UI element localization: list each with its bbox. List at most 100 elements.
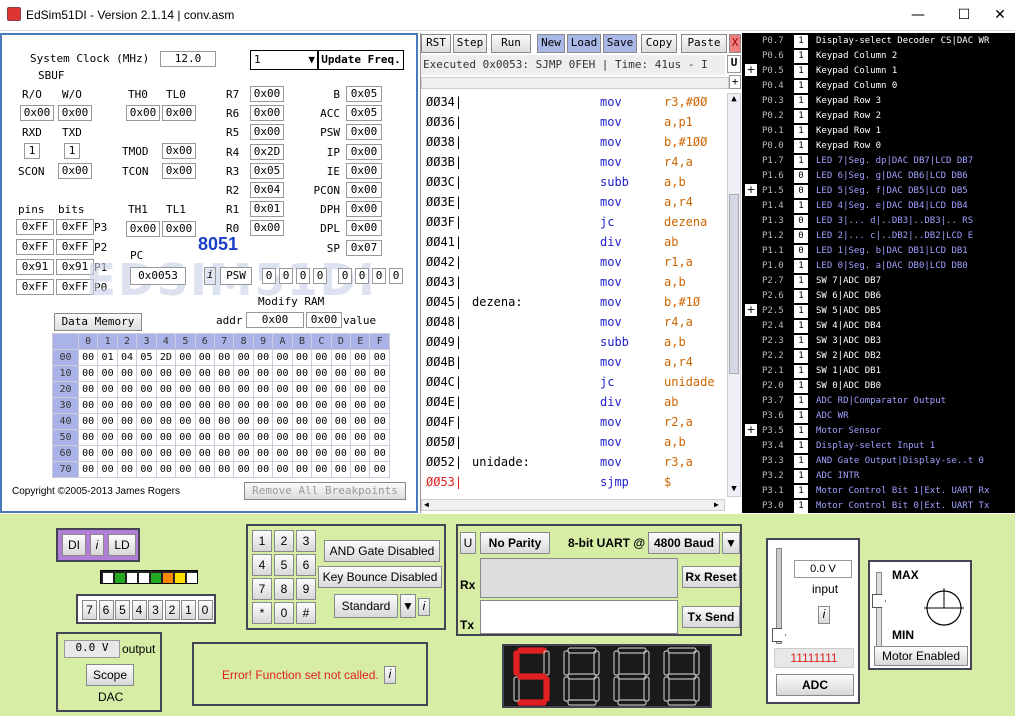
memory-cell[interactable]: 00: [194, 365, 215, 382]
expand-plus-icon[interactable]: +: [745, 304, 757, 316]
memory-cell[interactable]: 00: [369, 429, 390, 446]
pin-value[interactable]: 1: [794, 365, 808, 378]
memory-cell[interactable]: 00: [116, 365, 138, 382]
memory-cell[interactable]: 00: [272, 349, 293, 366]
memory-cell[interactable]: 00: [272, 381, 293, 398]
pc-field[interactable]: 0x0053: [130, 267, 186, 285]
code-line[interactable]: ØØ4B| mov a,r4: [424, 355, 724, 375]
memory-cell[interactable]: 00: [116, 397, 138, 414]
memory-cell[interactable]: 00: [194, 461, 215, 478]
memory-cell[interactable]: 00: [213, 413, 235, 430]
memory-cell[interactable]: 00: [213, 381, 235, 398]
memory-cell[interactable]: 00: [330, 349, 352, 366]
remove-breakpoints-button[interactable]: Remove All Breakpoints: [244, 482, 406, 500]
switch-button[interactable]: 6: [98, 600, 114, 620]
pin-value[interactable]: 0: [794, 185, 808, 198]
keypad-key[interactable]: *: [252, 602, 272, 624]
memory-cell[interactable]: 00: [77, 381, 99, 398]
memory-cell[interactable]: 00: [136, 365, 157, 382]
memory-cell[interactable]: 00: [272, 397, 293, 414]
memory-cell[interactable]: 00: [272, 429, 293, 446]
memory-cell[interactable]: 00: [175, 381, 196, 398]
memory-cell[interactable]: 00: [369, 381, 390, 398]
memory-cell[interactable]: 00: [77, 445, 99, 462]
memory-cell[interactable]: 00: [272, 445, 293, 462]
code-line[interactable]: ØØ4F| mov r2,a: [424, 415, 724, 435]
keypad-key[interactable]: 5: [274, 554, 294, 576]
memory-cell[interactable]: 00: [330, 461, 352, 478]
pin-value[interactable]: 1: [794, 95, 808, 108]
psw-bit[interactable]: 0: [389, 268, 403, 284]
memory-cell[interactable]: 00: [252, 349, 274, 366]
memory-cell[interactable]: 00: [194, 413, 215, 430]
scroll-thumb[interactable]: [729, 194, 739, 374]
memory-cell[interactable]: 00: [252, 397, 274, 414]
memory-cell[interactable]: 00: [369, 445, 390, 462]
switch-button[interactable]: 4: [131, 600, 147, 620]
memory-cell[interactable]: 00: [175, 445, 196, 462]
memory-cell[interactable]: 00: [136, 445, 157, 462]
expand-plus-icon[interactable]: +: [745, 184, 757, 196]
memory-cell[interactable]: 00: [291, 349, 313, 366]
code-line[interactable]: ØØ45| dezena: mov b,#1Ø: [424, 295, 724, 315]
memory-cell[interactable]: 00: [116, 381, 138, 398]
memory-cell[interactable]: 00: [77, 461, 99, 478]
code-address[interactable]: ØØ4F|: [426, 415, 462, 429]
register-field[interactable]: 0x00: [250, 105, 284, 122]
psw-bit[interactable]: 0: [372, 268, 386, 284]
vertical-scrollbar[interactable]: ▲ ▼: [727, 93, 741, 497]
tmod-field[interactable]: 0x00: [162, 143, 196, 159]
memory-cell[interactable]: 00: [272, 365, 293, 382]
sbuf-write-field[interactable]: 0x00: [58, 105, 92, 121]
memory-cell[interactable]: 00: [311, 349, 332, 366]
and-gate-button[interactable]: AND Gate Disabled: [324, 540, 440, 562]
code-line[interactable]: ØØ52| unidade: mov r3,a: [424, 455, 724, 475]
pin-value[interactable]: 1: [794, 395, 808, 408]
scroll-up-icon[interactable]: ▲: [729, 94, 739, 104]
code-address[interactable]: ØØ48|: [426, 315, 462, 329]
tcon-field[interactable]: 0x00: [162, 163, 196, 179]
upload-button[interactable]: U: [727, 55, 741, 73]
scroll-right-icon[interactable]: ▶: [714, 500, 719, 509]
sfr-field[interactable]: 0x00: [346, 182, 382, 198]
memory-cell[interactable]: 00: [194, 397, 215, 414]
pin-value[interactable]: 1: [794, 290, 808, 303]
pin-value[interactable]: 1: [794, 50, 808, 63]
pin-value[interactable]: 0: [794, 230, 808, 243]
switch-button[interactable]: 7: [82, 600, 97, 620]
memory-cell[interactable]: 00: [97, 397, 118, 414]
memory-cell[interactable]: 00: [330, 429, 352, 446]
code-address[interactable]: ØØ3E|: [426, 195, 462, 209]
psw-bit[interactable]: 0: [313, 268, 327, 284]
memory-cell[interactable]: 00: [116, 429, 138, 446]
code-address[interactable]: ØØ53|: [426, 475, 462, 489]
memory-cell[interactable]: 00: [291, 381, 313, 398]
code-address[interactable]: ØØ42|: [426, 255, 462, 269]
pin-value[interactable]: 1: [794, 350, 808, 363]
code-address[interactable]: ØØ3C|: [426, 175, 462, 189]
memory-cell[interactable]: 00: [175, 397, 196, 414]
memory-cell[interactable]: 00: [194, 381, 215, 398]
memory-cell[interactable]: 00: [136, 461, 157, 478]
code-address[interactable]: ØØ4C|: [426, 375, 462, 389]
pin-value[interactable]: 1: [794, 410, 808, 423]
memory-cell[interactable]: 00: [252, 413, 274, 430]
motor-slider-track[interactable]: [876, 572, 882, 648]
memory-cell[interactable]: 00: [311, 461, 332, 478]
motor-enabled-button[interactable]: Motor Enabled: [874, 646, 968, 666]
rst-button[interactable]: RST: [421, 34, 451, 53]
expand-plus-icon[interactable]: +: [745, 64, 757, 76]
switch-button[interactable]: 0: [197, 600, 213, 620]
memory-cell[interactable]: 00: [116, 461, 138, 478]
code-address[interactable]: ØØ45|: [426, 295, 462, 309]
memory-cell[interactable]: 00: [77, 413, 99, 430]
keypad-key[interactable]: 2: [274, 530, 294, 552]
memory-cell[interactable]: 00: [330, 397, 352, 414]
expand-plus-icon[interactable]: +: [745, 424, 757, 436]
memory-cell[interactable]: 00: [311, 365, 332, 382]
memory-cell[interactable]: 00: [291, 365, 313, 382]
code-line[interactable]: ØØ4E| div ab: [424, 395, 724, 415]
memory-cell[interactable]: 00: [194, 349, 215, 366]
code-line[interactable]: ØØ43| mov a,b: [424, 275, 724, 295]
pin-value[interactable]: 1: [794, 260, 808, 273]
